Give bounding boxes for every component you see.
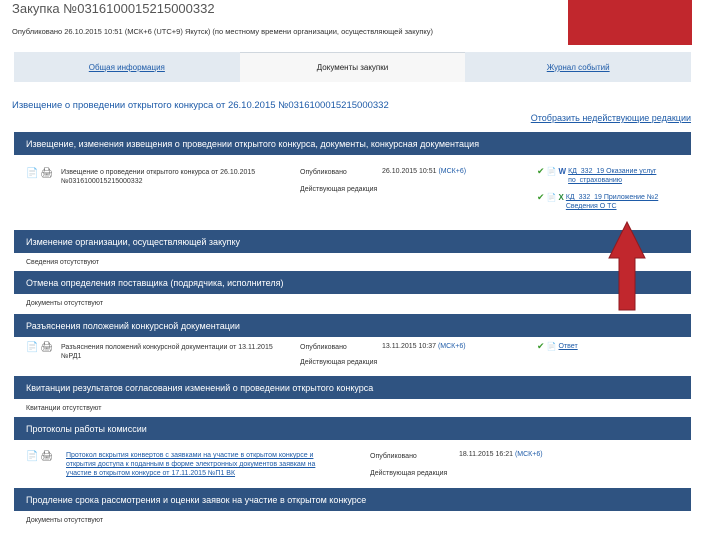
- section-organization-change: Изменение организации, осуществляющей за…: [14, 230, 691, 253]
- doc-icons: 📄 🖨: [26, 343, 53, 353]
- section-title: Отмена определения поставщика (подрядчик…: [26, 277, 284, 288]
- doc-description-line: №РД1: [61, 353, 82, 360]
- attachment-name: по_страхованию: [568, 177, 623, 184]
- empty-message: Квитанции отсутствуют: [26, 405, 102, 412]
- attachment-link[interactable]: Ответ: [559, 342, 578, 351]
- signature-check-icon: ✔: [537, 341, 545, 351]
- section-title: Извещение, изменения извещения о проведе…: [26, 138, 480, 149]
- section-cancellation: Отмена определения поставщика (подрядчик…: [14, 271, 691, 294]
- section-extension: Продление срока рассмотрения и оценки за…: [14, 488, 691, 511]
- doc-description-line: Разъяснения положений конкурсной докумен…: [61, 344, 273, 351]
- publish-date: 18.11.2015 16:21: [459, 451, 513, 458]
- print-icon[interactable]: 🖨: [40, 169, 53, 179]
- doc-date: 18.11.2015 16:21 (МСК+6): [459, 451, 543, 458]
- document-icon[interactable]: 📄: [26, 169, 38, 179]
- red-banner: [568, 0, 692, 45]
- tab-bar: Общая информация Документы закупки Журна…: [14, 52, 691, 82]
- signature-check-icon: ✔: [537, 192, 545, 202]
- timezone-label: (МСК+6): [514, 451, 543, 458]
- timezone-label: (МСК+6): [437, 343, 466, 350]
- publish-date: 26.10.2015 10:51: [382, 168, 437, 175]
- attachment-name: КД_332_19 Приложение №2: [565, 194, 659, 201]
- status-current-edition: Действующая редакция: [300, 186, 378, 193]
- attachment-item[interactable]: ✔ 📄 X КД_332_19 Приложение №2 Сведения О…: [537, 193, 658, 211]
- show-invalid-editions-link[interactable]: Отобразить недействующие редакции: [531, 113, 691, 123]
- attachment-item[interactable]: ✔ 📄 W КД_332_19 Оказание услуг по_страхо…: [537, 167, 656, 185]
- doc-status: Опубликовано Действующая редакция: [300, 342, 377, 368]
- attachment-item[interactable]: ✔ 📄 Ответ: [537, 341, 578, 352]
- doc-icons: 📄 🖨: [26, 452, 53, 462]
- signature-file-icon: 📄: [546, 167, 557, 176]
- status-published: Опубликовано: [300, 344, 347, 351]
- published-info: Опубликовано 26.10.2015 10:51 (МСК+6 (UT…: [12, 27, 434, 36]
- doc-description-line: Извещение о проведении открытого конкурс…: [61, 169, 256, 176]
- notice-title: Извещение о проведении открытого конкурс…: [12, 100, 389, 111]
- empty-message: Документы отсутствуют: [26, 517, 104, 524]
- tab-general-info[interactable]: Общая информация: [14, 52, 240, 82]
- print-icon[interactable]: 🖨: [40, 452, 53, 462]
- status-current-edition: Действующая редакция: [300, 359, 378, 366]
- print-icon[interactable]: 🖨: [40, 343, 53, 353]
- status-current-edition: Действующая редакция: [370, 470, 448, 477]
- attachment-name: Сведения О ТС: [565, 203, 617, 210]
- tab-procurement-documents[interactable]: Документы закупки: [239, 52, 466, 82]
- section-title: Протоколы работы комиссии: [26, 423, 147, 434]
- doc-status: Опубликовано Действующая редакция: [300, 167, 377, 195]
- red-arrow-icon: [608, 220, 646, 311]
- doc-description-line: открытия доступа к поданным в форме элек…: [66, 461, 316, 468]
- empty-message: Документы отсутствуют: [26, 300, 104, 307]
- doc-description: Извещение о проведении открытого конкурс…: [61, 168, 255, 186]
- attachment-name: КД_332_19 Оказание услуг: [568, 168, 657, 175]
- doc-description-line: участие в открытом конкурсе от 17.11.201…: [66, 470, 236, 477]
- publish-date: 13.11.2015 10:37: [382, 343, 436, 350]
- attachment-link[interactable]: КД_332_19 Приложение №2 Сведения О ТС: [566, 193, 658, 211]
- doc-icons: 📄 🖨: [26, 169, 53, 179]
- timezone-label: (МСК+6): [438, 168, 467, 175]
- signature-file-icon: 📄: [546, 342, 557, 351]
- section-title: Квитанции результатов согласования измен…: [26, 382, 374, 393]
- doc-date: 26.10.2015 10:51 (МСК+6): [382, 168, 466, 175]
- document-icon[interactable]: 📄: [26, 343, 38, 353]
- word-document-icon: W: [558, 167, 567, 176]
- document-icon[interactable]: 📄: [26, 452, 38, 462]
- doc-description-line: №0316100015215000332: [61, 178, 143, 185]
- protocol-link[interactable]: Протокол вскрытия конвертов с заявками н…: [66, 451, 315, 478]
- empty-message: Сведения отсутствуют: [26, 259, 99, 266]
- signature-file-icon: 📄: [546, 193, 557, 202]
- section-title: Продление срока рассмотрения и оценки за…: [26, 494, 367, 505]
- doc-description: Разъяснения положений конкурсной докумен…: [61, 343, 273, 361]
- section-title: Разъяснения положений конкурсной докумен…: [26, 320, 240, 331]
- section-clarifications: Разъяснения положений конкурсной докумен…: [14, 314, 691, 337]
- doc-date: 13.11.2015 10:37 (МСК+6): [382, 343, 466, 350]
- tab-event-log[interactable]: Журнал событий: [465, 52, 691, 82]
- section-title: Изменение организации, осуществляющей за…: [26, 236, 241, 247]
- section-receipts: Квитанции результатов согласования измен…: [14, 376, 691, 399]
- excel-document-icon: X: [558, 193, 564, 202]
- status-published: Опубликовано: [370, 453, 417, 460]
- attachment-link[interactable]: КД_332_19 Оказание услуг по_страхованию: [568, 167, 656, 185]
- signature-check-icon: ✔: [537, 166, 545, 176]
- page-title: Закупка №0316100015215000332: [12, 1, 215, 16]
- section-protocols: Протоколы работы комиссии: [14, 417, 691, 440]
- doc-status: Опубликовано Действующая редакция: [370, 451, 447, 479]
- section-notice-documents: Извещение, изменения извещения о проведе…: [14, 132, 691, 155]
- status-published: Опубликовано: [300, 169, 347, 176]
- doc-description-line: Протокол вскрытия конвертов с заявками н…: [66, 452, 314, 459]
